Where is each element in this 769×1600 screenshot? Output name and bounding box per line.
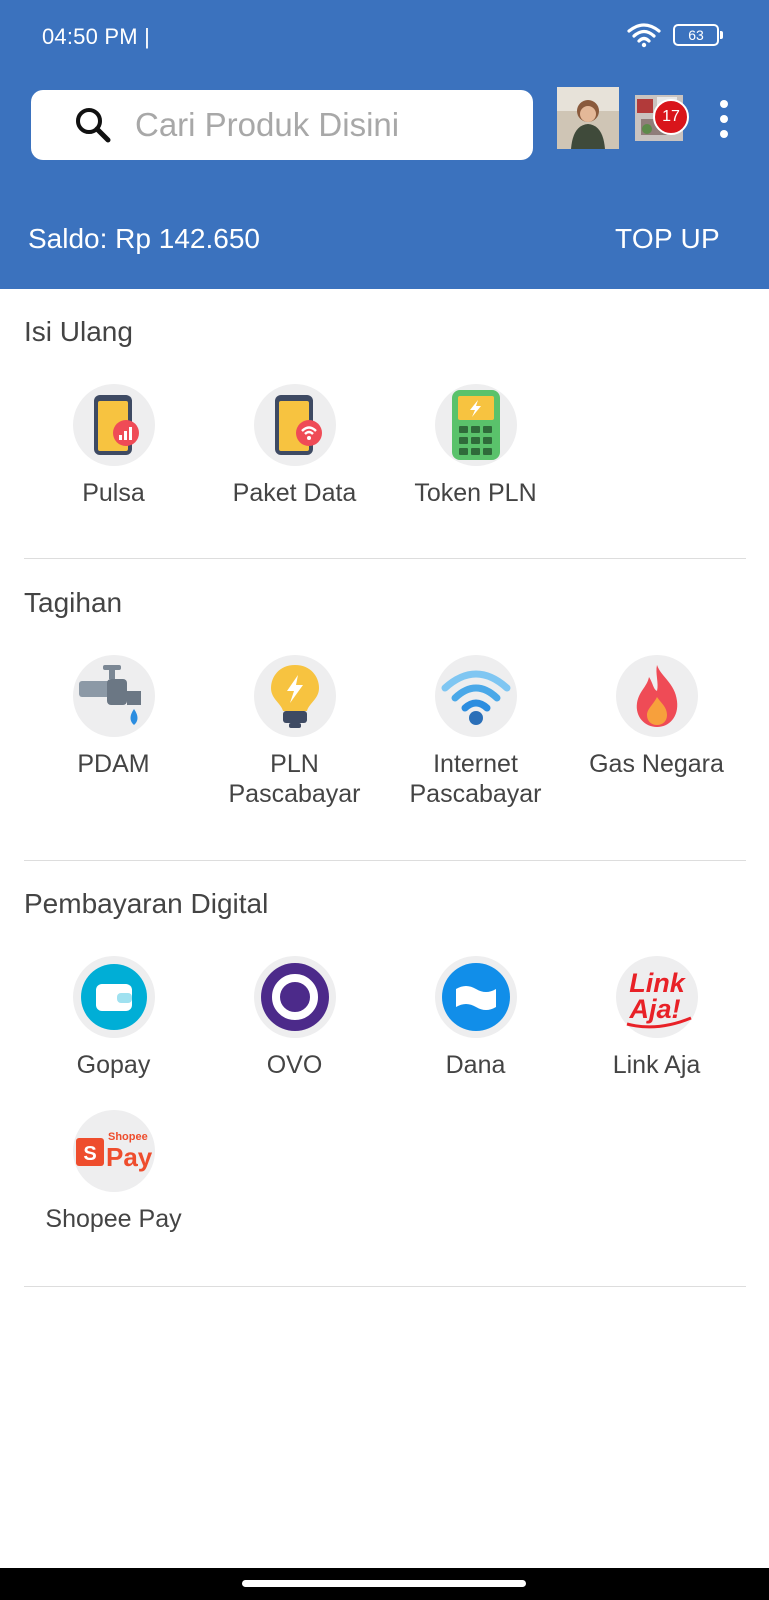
water-tap-icon xyxy=(72,655,155,737)
menu-item-gopay[interactable]: Gopay xyxy=(23,956,204,1080)
svg-text:S: S xyxy=(83,1143,96,1165)
menu-item-pulsa[interactable]: Pulsa xyxy=(23,384,204,508)
section-title-isi-ulang: Isi Ulang xyxy=(24,316,133,347)
gopay-icon xyxy=(72,956,155,1038)
balance-text: Saldo: Rp 142.650 xyxy=(28,223,260,254)
battery-icon: 63 xyxy=(673,24,723,46)
search-icon xyxy=(76,108,111,143)
menu-item-token-pln[interactable]: Token PLN xyxy=(385,384,566,508)
menu-item-label: PDAM xyxy=(77,750,150,778)
avatar[interactable] xyxy=(557,87,619,149)
token-meter-icon xyxy=(434,384,517,466)
wifi-status-icon xyxy=(627,23,661,48)
menu-item-label: Link Aja xyxy=(612,1051,701,1079)
menu-item-ovo[interactable]: OVO xyxy=(204,956,385,1080)
menu-item-label: Internet Pascabayar xyxy=(409,750,542,808)
dana-icon xyxy=(434,956,517,1038)
menu-item-label: Dana xyxy=(445,1051,506,1079)
phone-signal-icon xyxy=(72,384,155,466)
menu-item-pdam[interactable]: PDAM xyxy=(23,655,204,779)
menu-item-label: Paket Data xyxy=(232,479,357,507)
menu-item-gas-negara[interactable]: Gas Negara xyxy=(566,655,747,779)
menu-item-paket-data[interactable]: Paket Data xyxy=(204,384,385,508)
svg-text:Pay: Pay xyxy=(106,1142,153,1172)
search-bar[interactable] xyxy=(31,90,533,160)
menu-item-shopee-pay[interactable]: S Shopee Pay Shopee Pay xyxy=(23,1110,204,1234)
menu-item-label: Shopee Pay xyxy=(45,1205,182,1233)
ovo-icon xyxy=(253,956,336,1038)
status-icons: 63 xyxy=(627,22,723,48)
section-divider xyxy=(24,860,746,861)
topup-button[interactable]: TOP UP xyxy=(615,223,720,255)
app-header: 04:50 PM | 63 Cari Produk Disini 17 Sald… xyxy=(0,0,769,289)
menu-item-label: Pulsa xyxy=(82,479,145,507)
section-title-tagihan: Tagihan xyxy=(24,587,123,618)
menu-item-label: Gopay xyxy=(76,1051,151,1079)
linkaja-icon: Link Aja! xyxy=(615,956,698,1038)
light-bulb-icon xyxy=(253,655,336,737)
section-divider xyxy=(24,1286,746,1287)
search-input[interactable] xyxy=(135,106,515,144)
shopeepay-icon: S Shopee Pay xyxy=(72,1110,155,1192)
notification-badge[interactable]: 17 xyxy=(653,99,689,135)
menu-item-label: PLN Pascabayar xyxy=(228,750,361,808)
menu-item-link-aja[interactable]: Link Aja! Link Aja xyxy=(566,956,747,1080)
phone-wifi-icon xyxy=(253,384,336,466)
section-divider xyxy=(24,558,746,559)
home-indicator[interactable] xyxy=(242,1580,526,1587)
status-time: 04:50 PM | xyxy=(42,24,150,49)
menu-item-label: Token PLN xyxy=(414,479,537,507)
menu-item-pln-pascabayar[interactable]: PLN Pascabayar xyxy=(204,655,385,809)
menu-item-label: Gas Negara xyxy=(589,750,724,778)
section-title-pembayaran-digital: Pembayaran Digital xyxy=(24,888,269,919)
svg-text:Aja!: Aja! xyxy=(628,994,680,1024)
wifi-icon xyxy=(434,655,517,737)
flame-icon xyxy=(615,655,698,737)
menu-item-internet-pascabayar[interactable]: Internet Pascabayar xyxy=(385,655,566,809)
menu-item-label: OVO xyxy=(266,1051,323,1079)
menu-item-dana[interactable]: Dana xyxy=(385,956,566,1080)
more-menu-icon[interactable] xyxy=(714,100,734,138)
